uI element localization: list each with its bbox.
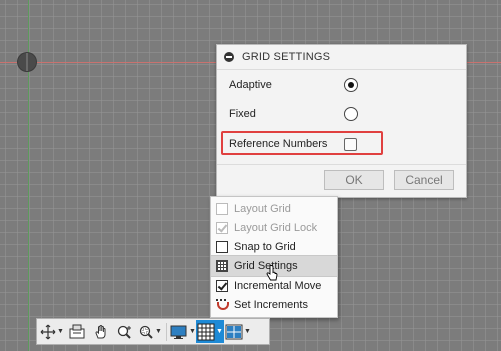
cancel-button[interactable]: Cancel xyxy=(394,170,454,190)
grid-snaps-menu: Layout Grid Layout Grid Lock Snap to Gri… xyxy=(210,196,338,318)
chevron-down-icon[interactable]: ▼ xyxy=(216,328,223,335)
grid-snaps-icon xyxy=(197,323,215,340)
pan-hand-icon xyxy=(95,324,106,338)
pan-button[interactable] xyxy=(89,320,113,343)
magnet-icon xyxy=(216,299,229,311)
adaptive-radio[interactable] xyxy=(344,78,358,92)
option-label: Fixed xyxy=(229,108,256,120)
menu-item-set-increments[interactable]: Set Increments xyxy=(211,295,337,315)
checkbox-icon xyxy=(216,203,228,215)
viewports-button[interactable]: ▼ xyxy=(224,320,252,343)
menu-item-label: Layout Grid Lock xyxy=(234,222,318,234)
viewports-icon xyxy=(225,324,243,339)
panel-title: GRID SETTINGS xyxy=(242,51,331,63)
panel-footer: OK Cancel xyxy=(217,164,466,197)
collapse-icon[interactable] xyxy=(224,52,234,62)
zoom-icon xyxy=(117,325,131,339)
grid-snaps-button[interactable]: ▼ xyxy=(196,320,224,343)
checkbox-icon xyxy=(216,241,228,253)
menu-item-label: Set Increments xyxy=(234,299,308,311)
menu-item-snap-to-grid[interactable]: Snap to Grid xyxy=(211,237,337,257)
menu-item-label: Snap to Grid xyxy=(234,241,296,253)
display-settings-button[interactable]: ▼ xyxy=(170,320,196,343)
chevron-down-icon[interactable]: ▼ xyxy=(155,328,162,335)
chevron-down-icon[interactable]: ▼ xyxy=(57,328,64,335)
toolbar-divider xyxy=(166,322,167,341)
option-label: Adaptive xyxy=(229,79,272,91)
zoom-button[interactable] xyxy=(113,320,137,343)
highlight-box xyxy=(221,131,383,155)
origin-point-icon xyxy=(18,53,36,71)
ok-button[interactable]: OK xyxy=(324,170,384,190)
fit-button[interactable]: ▼ xyxy=(137,320,163,343)
checkbox-icon xyxy=(216,222,228,234)
panel-header: GRID SETTINGS xyxy=(217,45,466,70)
chevron-down-icon[interactable]: ▼ xyxy=(244,328,251,335)
checkbox-icon xyxy=(216,280,228,292)
look-at-icon xyxy=(69,324,85,338)
orbit-icon xyxy=(40,324,56,339)
display-settings-icon xyxy=(170,325,187,339)
hand-cursor-icon xyxy=(266,265,278,281)
grid-icon xyxy=(216,260,228,272)
fit-window-icon xyxy=(139,325,153,339)
look-at-button[interactable] xyxy=(65,320,89,343)
menu-item-layout-grid[interactable]: Layout Grid xyxy=(211,199,337,219)
option-adaptive[interactable]: Adaptive xyxy=(229,74,452,96)
chevron-down-icon[interactable]: ▼ xyxy=(189,328,196,335)
orbit-button[interactable]: ▼ xyxy=(39,320,65,343)
navigation-toolbar: ▼ ▼ ▼ ▼ ▼ xyxy=(36,318,270,345)
menu-item-layout-grid-lock[interactable]: Layout Grid Lock xyxy=(211,218,337,238)
menu-item-label: Layout Grid xyxy=(234,203,291,215)
fixed-radio[interactable] xyxy=(344,107,358,121)
grid-settings-panel: GRID SETTINGS Adaptive Fixed Reference N… xyxy=(216,44,467,198)
option-fixed[interactable]: Fixed xyxy=(229,103,452,125)
